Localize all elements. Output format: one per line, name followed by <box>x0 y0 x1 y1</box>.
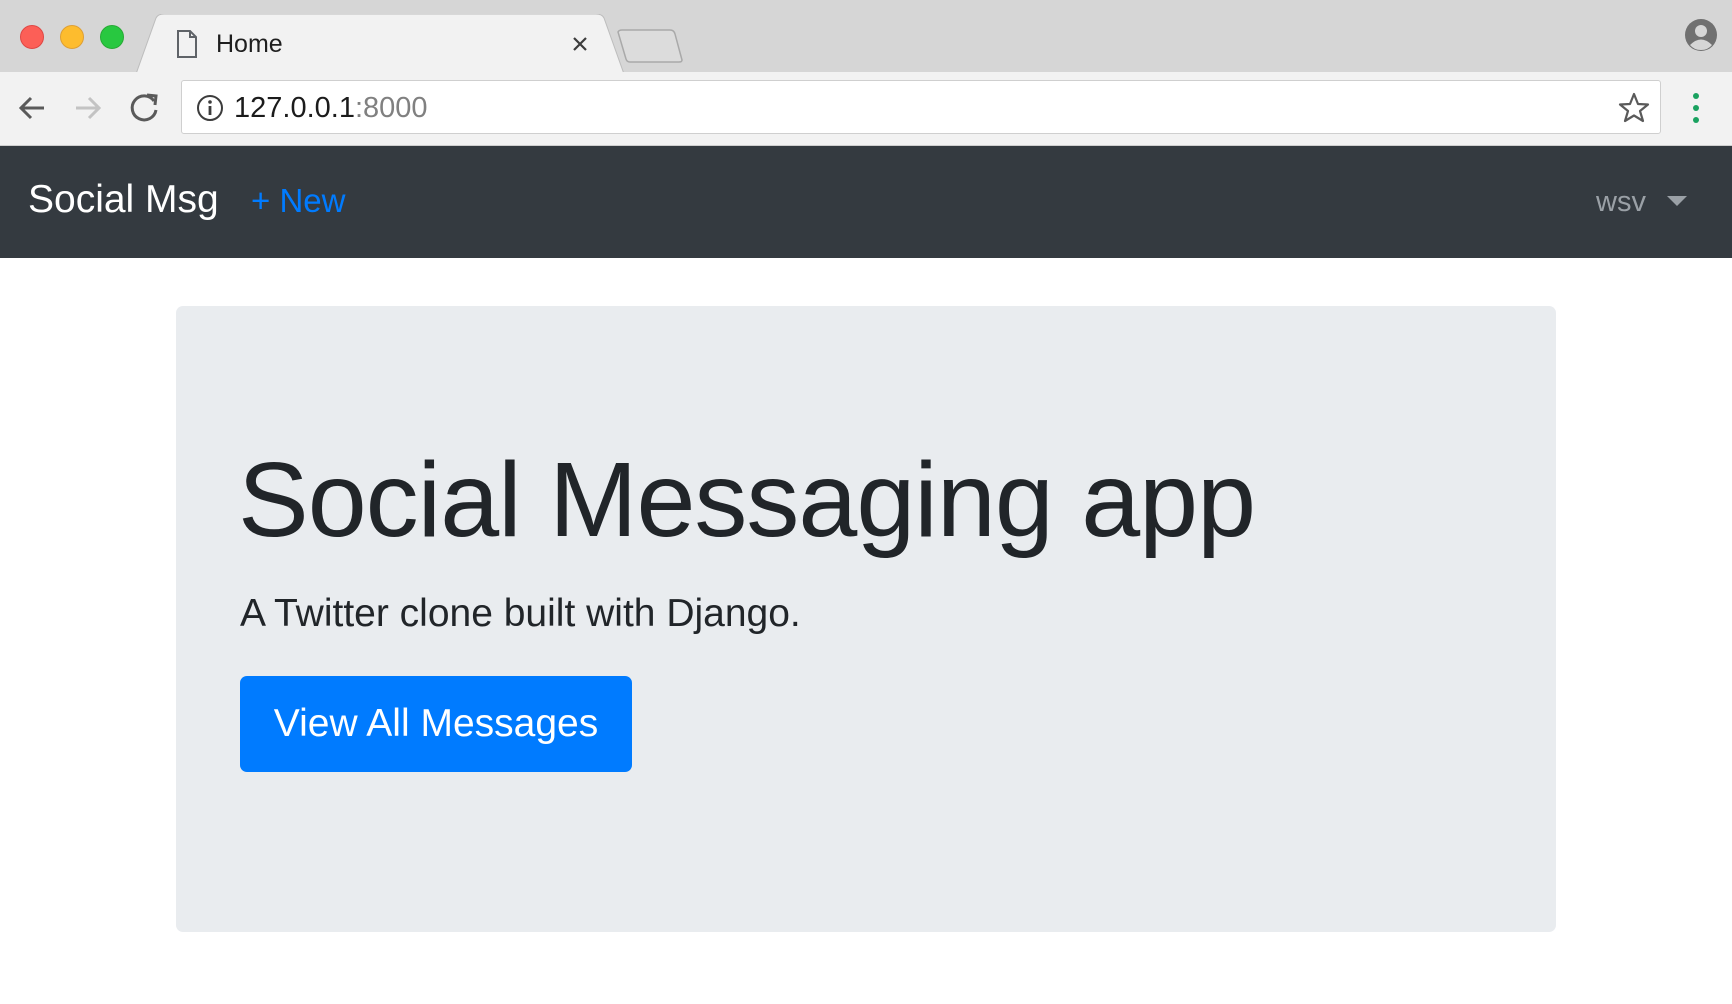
info-icon[interactable] <box>196 94 224 122</box>
menu-icon[interactable] <box>1690 90 1702 126</box>
browser-toolbar: 127.0.0.1:8000 <box>0 72 1732 146</box>
browser-tabstrip: Home <box>0 0 1732 74</box>
url-host: 127.0.0.1 <box>234 92 355 124</box>
navbar-brand[interactable]: Social Msg <box>28 178 219 222</box>
view-all-messages-button[interactable]: View All Messages <box>240 676 632 772</box>
profile-icon[interactable] <box>1684 18 1718 52</box>
browser-tab-home[interactable]: Home <box>136 14 624 74</box>
forward-icon[interactable] <box>70 90 106 126</box>
back-icon[interactable] <box>14 90 50 126</box>
user-dropdown[interactable]: wsv <box>1596 186 1646 219</box>
star-icon[interactable] <box>1617 91 1651 125</box>
close-window-button[interactable] <box>20 25 44 49</box>
url-port: :8000 <box>354 92 428 124</box>
page-icon <box>176 30 198 58</box>
chevron-down-icon[interactable] <box>1667 196 1687 206</box>
url-text: 127.0.0.1:8000 <box>234 92 428 125</box>
reload-icon[interactable] <box>126 90 162 126</box>
new-message-link[interactable]: + New <box>251 182 345 220</box>
minimize-window-button[interactable] <box>60 25 84 49</box>
site-navbar: Social Msg + New wsv <box>0 146 1732 258</box>
lead-text: A Twitter clone built with Django. <box>240 592 801 635</box>
close-icon[interactable] <box>568 32 592 56</box>
maximize-window-button[interactable] <box>100 25 124 49</box>
address-bar[interactable]: 127.0.0.1:8000 <box>181 80 1661 134</box>
jumbotron: Social Messaging app A Twitter clone bui… <box>176 306 1556 932</box>
tab-title: Home <box>216 30 283 58</box>
new-tab-button[interactable] <box>614 28 684 64</box>
page-title: Social Messaging app <box>238 441 1256 559</box>
